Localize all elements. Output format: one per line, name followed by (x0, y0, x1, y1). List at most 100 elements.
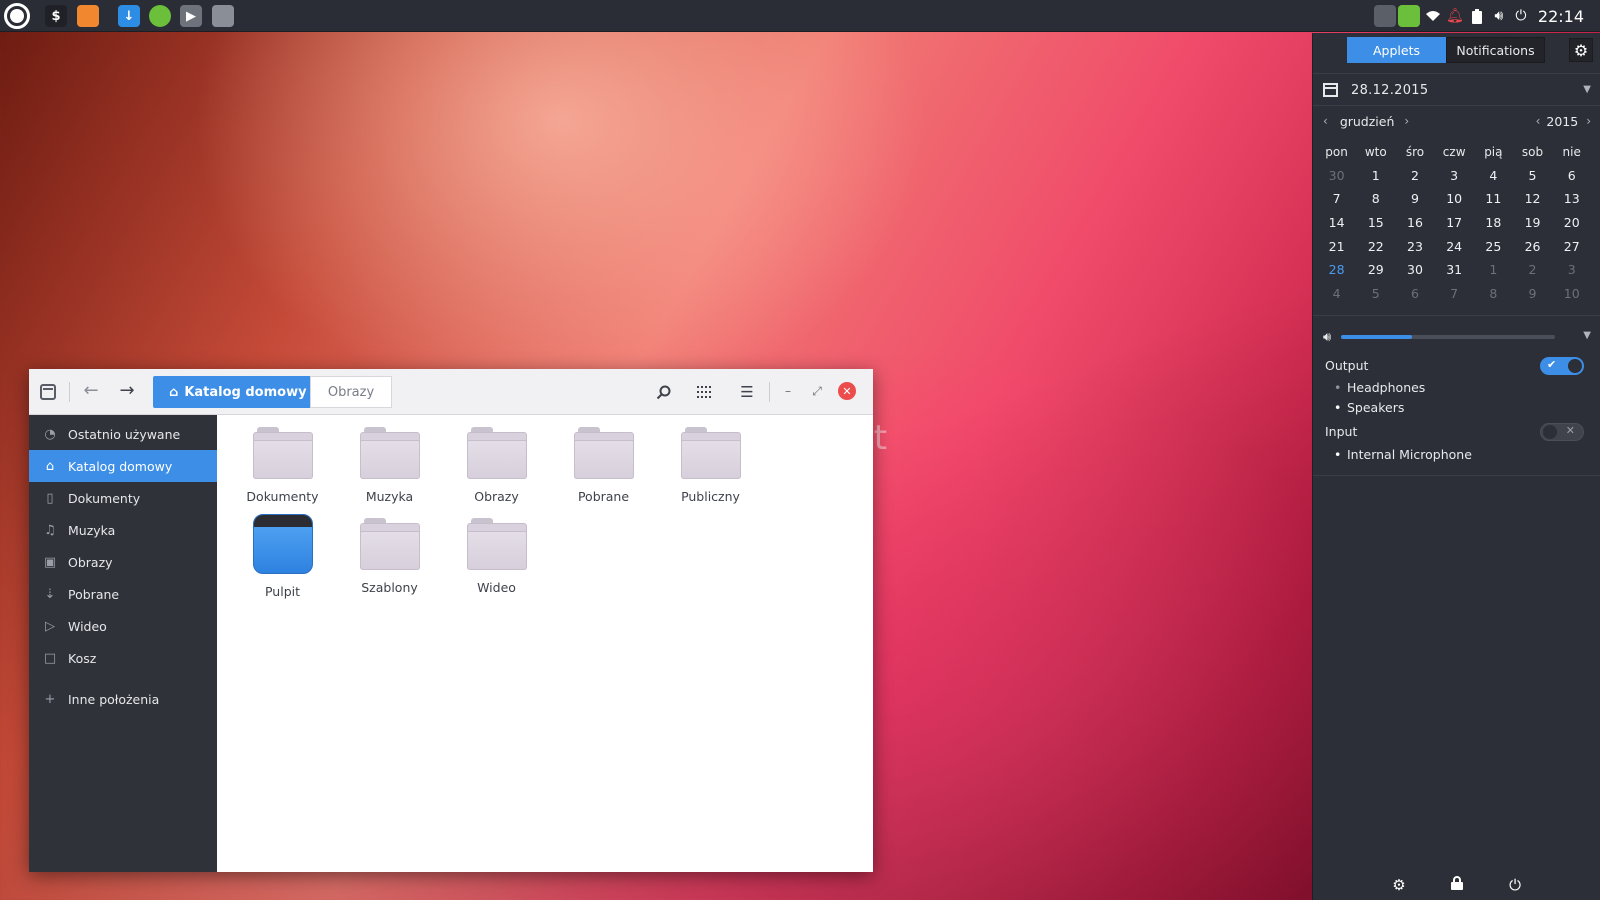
calendar-day[interactable]: 9 (1513, 286, 1552, 301)
calendar-day[interactable]: 30 (1317, 168, 1356, 183)
maximize-icon[interactable]: ⤢ (808, 382, 826, 400)
tray-app-icon[interactable] (1397, 5, 1420, 27)
clock[interactable]: 22:14 (1538, 7, 1584, 26)
terminal-icon[interactable]: $ (45, 5, 67, 27)
calendar-day[interactable]: 11 (1474, 191, 1513, 206)
output-toggle[interactable]: ✔ (1540, 357, 1584, 375)
calendar-day[interactable]: 19 (1513, 215, 1552, 230)
calendar-day[interactable]: 13 (1552, 191, 1591, 206)
calendar-day[interactable]: 27 (1552, 239, 1591, 254)
calendar-day[interactable]: 1 (1474, 262, 1513, 277)
grid-view-icon[interactable] (694, 381, 716, 403)
speaker-icon[interactable]: 🔊︎ (1323, 330, 1331, 345)
lock-icon[interactable] (1448, 875, 1466, 894)
calendar-day[interactable]: 26 (1513, 239, 1552, 254)
calendar-day[interactable]: 16 (1395, 215, 1434, 230)
breadcrumb-home[interactable]: ⌂ Katalog domowy (153, 376, 310, 408)
tray-media-icon[interactable] (1373, 5, 1396, 27)
files-app-icon[interactable] (40, 384, 56, 400)
prev-year-icon[interactable]: ‹ (1536, 114, 1541, 128)
media-icon[interactable]: ▶ (180, 5, 202, 27)
tab-notifications[interactable]: Notifications (1446, 37, 1545, 63)
wifi-icon[interactable] (1422, 0, 1444, 32)
calendar-day[interactable]: 24 (1435, 239, 1474, 254)
next-year-icon[interactable]: › (1586, 114, 1591, 128)
input-toggle[interactable]: ✕ (1540, 423, 1584, 441)
minimize-icon[interactable]: – (779, 382, 797, 400)
calendar-day[interactable]: 8 (1474, 286, 1513, 301)
back-arrow-icon[interactable]: ← (79, 380, 103, 401)
calendar-day[interactable]: 14 (1317, 215, 1356, 230)
settings-gear-icon[interactable]: ⚙ (1390, 876, 1408, 894)
sidebar-item-obrazy[interactable]: ▣ Obrazy (29, 546, 217, 578)
green-app-icon[interactable] (149, 5, 171, 27)
calendar-day[interactable]: 29 (1356, 262, 1395, 277)
power-icon[interactable]: ⏻ (1506, 876, 1524, 894)
calendar-day[interactable]: 5 (1356, 286, 1395, 301)
chevron-down-icon[interactable]: ▼ (1583, 84, 1591, 95)
date-header[interactable]: 28.12.2015 ▼ (1323, 80, 1591, 100)
sidebar-item-wideo[interactable]: ▷ Wideo (29, 610, 217, 642)
power-icon[interactable]: ⏻ (1510, 0, 1532, 32)
calendar-day[interactable]: 15 (1356, 215, 1395, 230)
file-item[interactable]: Szablony (336, 514, 443, 605)
calendar-day[interactable]: 25 (1474, 239, 1513, 254)
chevron-down-icon[interactable]: ▼ (1583, 330, 1591, 341)
calendar-day[interactable]: 23 (1395, 239, 1434, 254)
tab-applets[interactable]: Applets (1347, 37, 1446, 63)
sidebar-item-muzyka[interactable]: ♫ Muzyka (29, 514, 217, 546)
calendar-day[interactable]: 17 (1435, 215, 1474, 230)
calendar-day[interactable]: 5 (1513, 168, 1552, 183)
next-month-icon[interactable]: › (1404, 114, 1409, 128)
firefox-icon[interactable] (77, 5, 99, 27)
sidebar-item-katalog-domowy[interactable]: ⌂ Katalog domowy (29, 450, 217, 482)
file-item[interactable]: Pulpit (229, 514, 336, 605)
file-item[interactable]: Obrazy (443, 423, 550, 514)
calendar-day[interactable]: 4 (1317, 286, 1356, 301)
download-icon[interactable]: ↓ (118, 5, 140, 27)
calendar-day[interactable]: 8 (1356, 191, 1395, 206)
audio-device-item[interactable]: • Internal Microphone (1334, 447, 1472, 462)
calendar-day[interactable]: 18 (1474, 215, 1513, 230)
calendar-day[interactable]: 10 (1552, 286, 1591, 301)
prev-month-icon[interactable]: ‹ (1323, 114, 1328, 128)
calendar-day[interactable]: 7 (1435, 286, 1474, 301)
panel-settings-gear-icon[interactable]: ⚙ (1569, 38, 1593, 62)
sidebar-item-ostatnio-używane[interactable]: ◔ Ostatnio używane (29, 418, 217, 450)
calendar-day[interactable]: 1 (1356, 168, 1395, 183)
sidebar-item-other-locations[interactable]: + Inne położenia (29, 683, 217, 715)
volume-slider[interactable] (1341, 335, 1556, 339)
calendar-day[interactable]: 22 (1356, 239, 1395, 254)
sidebar-item-pobrane[interactable]: ⇣ Pobrane (29, 578, 217, 610)
calendar-day[interactable]: 9 (1395, 191, 1434, 206)
menu-icon[interactable]: ☰ (736, 381, 758, 403)
calendar-day[interactable]: 10 (1435, 191, 1474, 206)
notification-bell-icon[interactable]: 🔔︎ (1444, 0, 1466, 32)
sidebar-item-kosz[interactable]: □ Kosz (29, 642, 217, 674)
battery-icon[interactable] (1466, 0, 1488, 32)
forward-arrow-icon[interactable]: → (115, 380, 139, 401)
file-item[interactable]: Pobrane (550, 423, 657, 514)
search-icon[interactable] (652, 381, 674, 403)
volume-icon[interactable]: 🔊︎ (1488, 0, 1510, 32)
file-item[interactable]: Muzyka (336, 423, 443, 514)
calendar-day[interactable]: 21 (1317, 239, 1356, 254)
calendar-day[interactable]: 4 (1474, 168, 1513, 183)
files-icon[interactable] (212, 5, 234, 27)
sidebar-item-dokumenty[interactable]: ▯ Dokumenty (29, 482, 217, 514)
breadcrumb-next[interactable]: Obrazy (310, 376, 392, 408)
file-item[interactable]: Publiczny (657, 423, 764, 514)
calendar-day[interactable]: 30 (1395, 262, 1434, 277)
calendar-day[interactable]: 6 (1552, 168, 1591, 183)
calendar-day[interactable]: 3 (1552, 262, 1591, 277)
calendar-day[interactable]: 7 (1317, 191, 1356, 206)
audio-device-item[interactable]: • Speakers (1334, 400, 1404, 415)
calendar-day[interactable]: 3 (1435, 168, 1474, 183)
calendar-day[interactable]: 31 (1435, 262, 1474, 277)
audio-device-item[interactable]: • Headphones (1334, 380, 1425, 395)
close-icon[interactable]: ✕ (838, 382, 856, 400)
file-item[interactable]: Wideo (443, 514, 550, 605)
launcher-icon[interactable] (4, 3, 30, 29)
calendar-day[interactable]: 2 (1513, 262, 1552, 277)
calendar-day[interactable]: 20 (1552, 215, 1591, 230)
